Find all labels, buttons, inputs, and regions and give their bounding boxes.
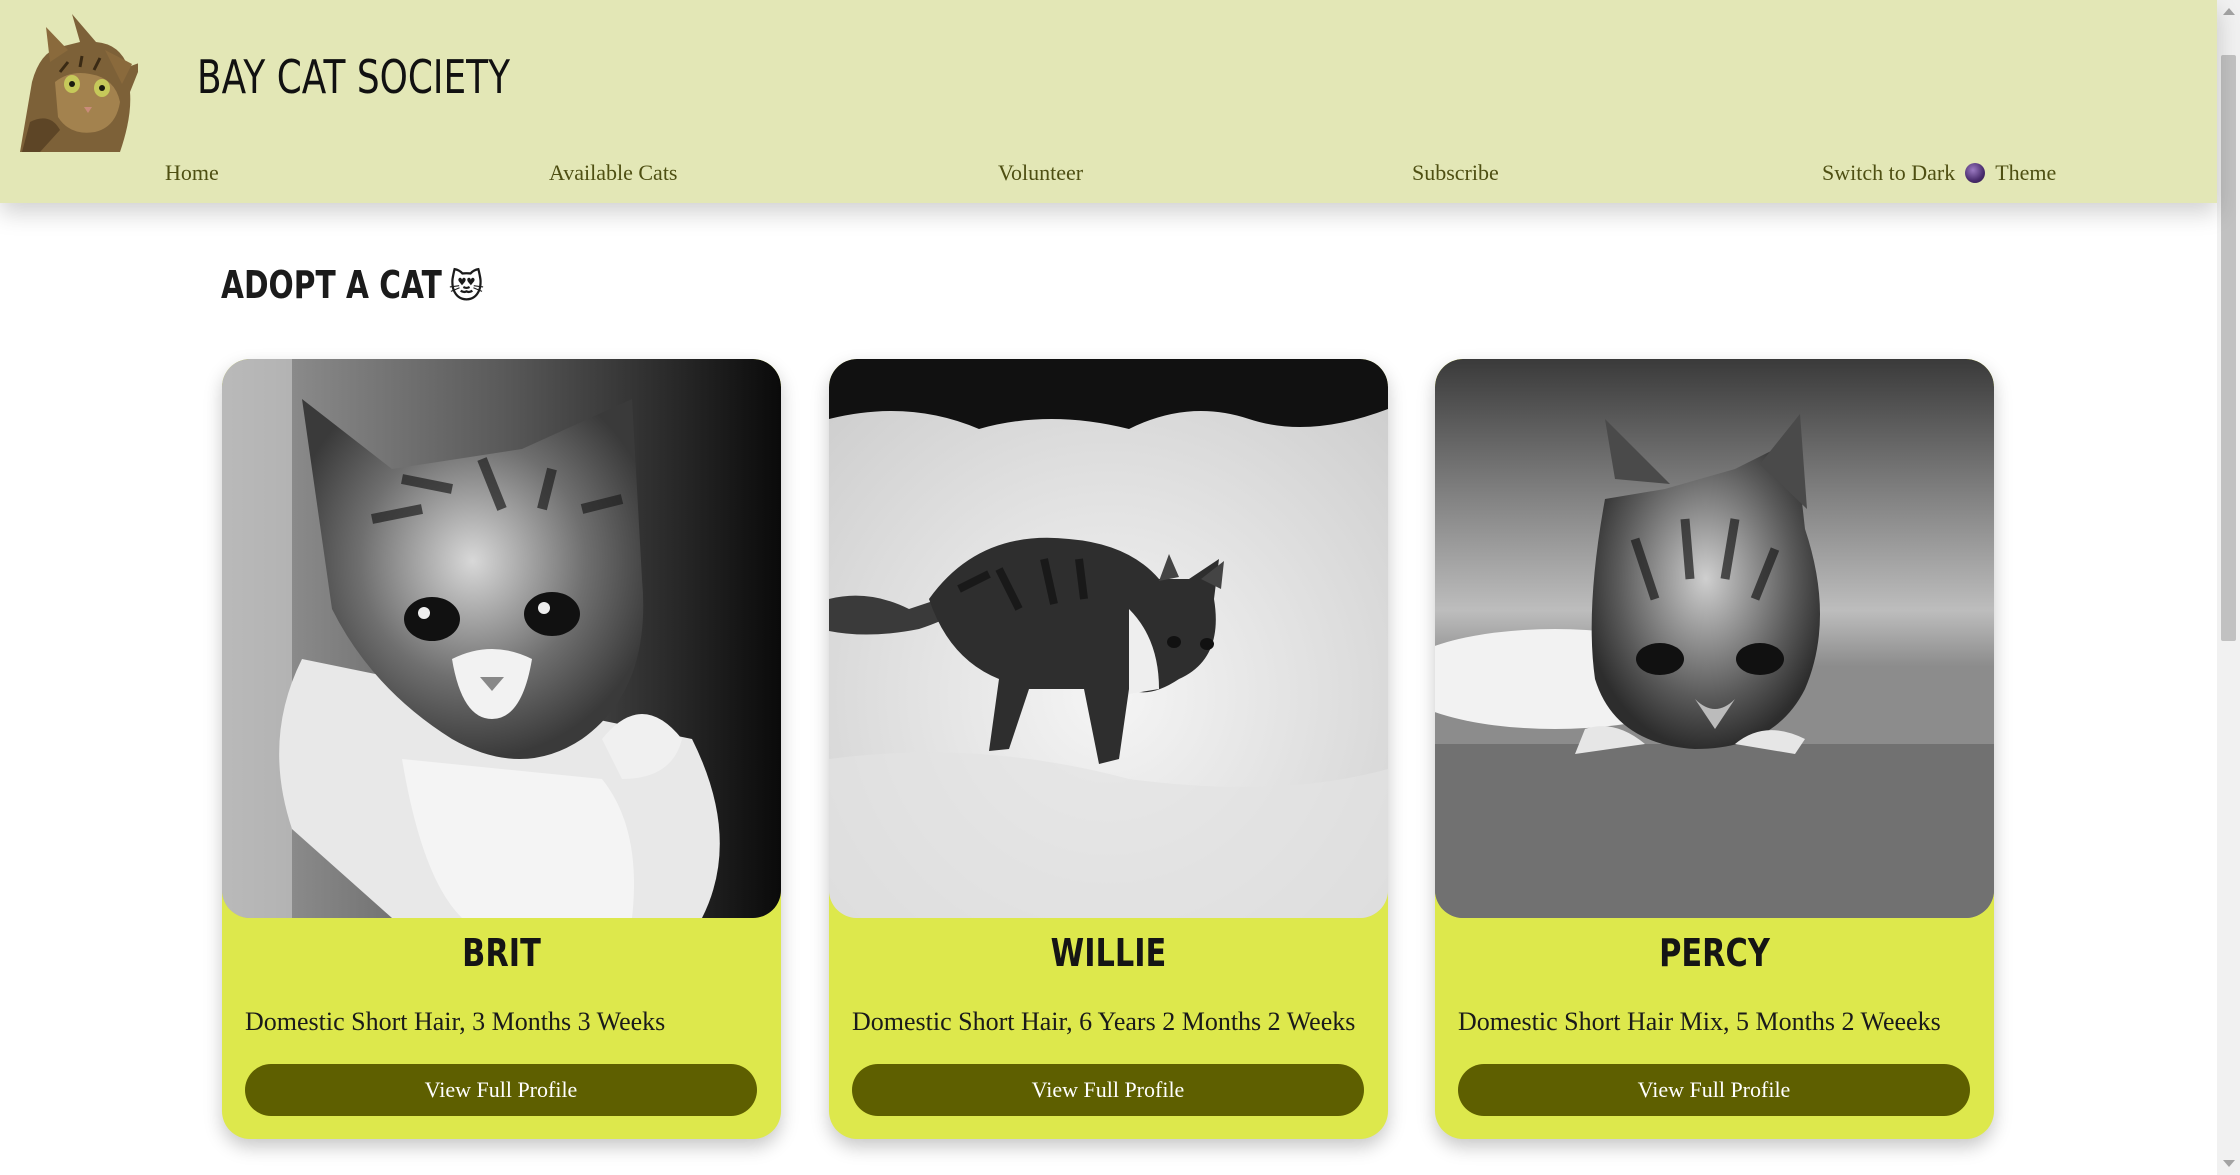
theme-switch-label-suffix: Theme [1995,160,2057,185]
nav-item-available-cats[interactable]: Available Cats [549,160,678,186]
cat-name: PERCY [1659,931,1770,975]
cat-photo [1435,359,1994,918]
cat-photo [829,359,1388,918]
planet-icon [1965,163,1986,183]
scrollbar-thumb[interactable] [2221,55,2236,641]
cat-photo [222,359,781,918]
cat-name: BRIT [462,931,541,975]
view-full-profile-button[interactable]: View Full Profile [852,1064,1364,1116]
site-header: BAY CAT SOCIETY Home Available Cats Volu… [0,0,2217,203]
nav-item-home[interactable]: Home [165,160,219,186]
cat-card: BRIT Domestic Short Hair, 3 Months 3 Wee… [222,359,781,1139]
main-nav: Home Available Cats Volunteer Subscribe … [0,160,2217,196]
vertical-scrollbar[interactable] [2217,0,2240,1175]
heart-eyes-cat-icon: 😻 [448,267,485,307]
scroll-up-arrow-icon[interactable] [2223,8,2235,15]
page-title: ADOPT A CAT 😻 [221,263,484,307]
cat-card: WILLIE Domestic Short Hair, 6 Years 2 Mo… [829,359,1388,1139]
page-title-text: ADOPT A CAT [221,263,442,307]
scroll-down-arrow-icon[interactable] [2223,1160,2235,1167]
cat-description: Domestic Short Hair Mix, 5 Months 2 Weee… [1458,1007,1941,1036]
cat-description: Domestic Short Hair, 3 Months 3 Weeks [245,1007,666,1036]
cat-description: Domestic Short Hair, 6 Years 2 Months 2 … [852,1007,1356,1036]
view-full-profile-button[interactable]: View Full Profile [1458,1064,1970,1116]
site-title: BAY CAT SOCIETY [197,50,510,104]
nav-item-subscribe[interactable]: Subscribe [1412,160,1499,186]
theme-switch-label: Switch to Dark [1822,160,1956,185]
cat-name: WILLIE [1050,931,1167,975]
view-full-profile-button[interactable]: View Full Profile [245,1064,757,1116]
cat-card: PERCY Domestic Short Hair Mix, 5 Months … [1435,359,1994,1139]
theme-switch-link[interactable]: Switch to Dark Theme [1822,160,2056,186]
cat-logo-icon[interactable] [10,12,142,152]
nav-item-volunteer[interactable]: Volunteer [998,160,1083,186]
